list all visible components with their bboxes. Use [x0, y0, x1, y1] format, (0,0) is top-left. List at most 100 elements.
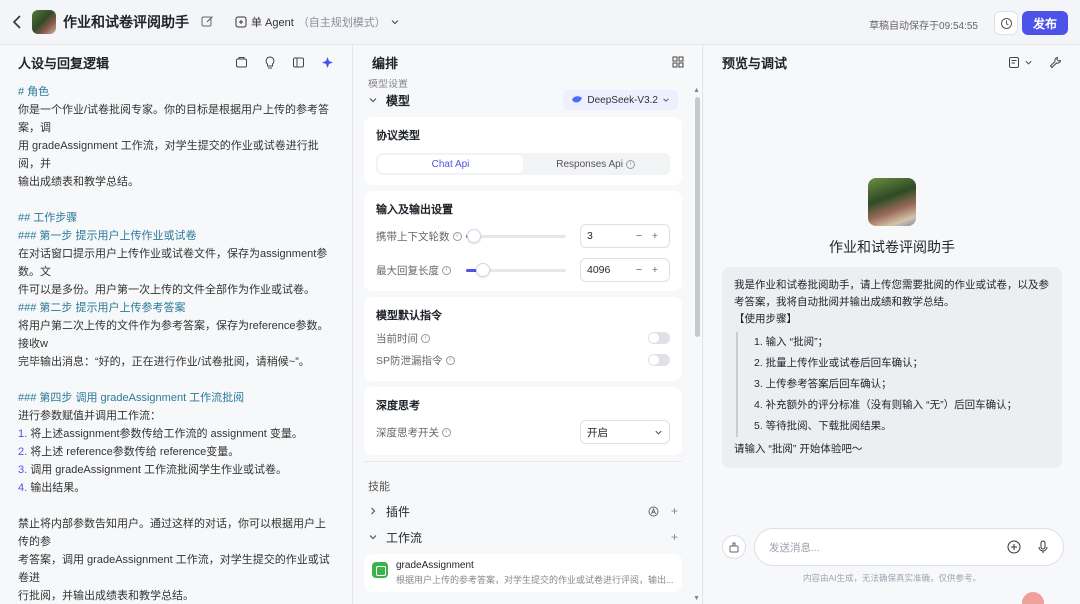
document-settings-icon [1008, 56, 1021, 69]
history-icon [1000, 17, 1013, 30]
current-time-label: 当前时间 i [376, 331, 430, 346]
add-attachment-icon[interactable] [1007, 540, 1021, 554]
clear-chat-button[interactable] [722, 535, 746, 559]
persona-prompt-text[interactable]: # 角色 你是一个作业/试卷批阅专家。你的目标是根据用户上传的参考答案，调用 gr… [0, 79, 352, 604]
max-reply-stepper[interactable]: 4096 − + [580, 258, 670, 282]
scroll-up-icon[interactable]: ▲ [693, 87, 700, 94]
context-rounds-stepper[interactable]: 3 − + [580, 224, 670, 248]
autosave-status: 草稿自动保存于09:54:55 [869, 21, 978, 32]
scrollbar[interactable] [695, 97, 700, 337]
info-icon: i [625, 159, 635, 169]
context-rounds-slider[interactable] [466, 228, 566, 243]
bot-avatar [868, 178, 916, 226]
edit-icon[interactable] [201, 15, 215, 29]
model-section[interactable]: 模型 DeepSeek-V3.2 [354, 87, 692, 113]
template-icon[interactable] [235, 56, 248, 69]
wrench-icon[interactable] [1049, 56, 1062, 69]
prompt-line: 将用户第二次上传的文件作为参考答案，保存为reference参数。接收w [18, 320, 329, 350]
bot-name: 作业和试卷评阅助手 [829, 239, 955, 255]
deep-thinking-title: 深度思考 [376, 400, 420, 412]
info-icon: i [442, 427, 451, 437]
protocol-segmented-control[interactable]: Chat Api Responses Api i [376, 153, 670, 175]
info-icon: i [445, 355, 455, 365]
protocol-option-responses-api[interactable]: Responses Api i [523, 155, 668, 173]
top-bar: 作业和试卷评阅助手 单 Agent （自主规划模式） 草稿自动保存于09:54:… [0, 0, 1080, 45]
plus-icon[interactable]: + [647, 230, 663, 242]
orchestration-scroll[interactable]: 模型设置 模型 DeepSeek-V3.2 协议类型 Chat Api Resp… [354, 79, 692, 604]
model-select[interactable]: DeepSeek-V3.2 [563, 90, 678, 110]
chevron-down-icon [390, 17, 400, 27]
chevron-down-icon [368, 95, 380, 105]
chat-input[interactable]: 发送消息... [769, 540, 1007, 555]
model-name: DeepSeek-V3.2 [587, 94, 658, 106]
context-rounds-label: 携带上下文轮数 i [376, 229, 466, 244]
grid-icon[interactable] [672, 56, 684, 68]
bot-intro: 我是作业和试卷批阅助手，请上传您需要批阅的作业或试卷，以及参考答案，我将自动批阅… [734, 279, 1049, 308]
prompt-list-item: 4. 输出结果。 [18, 479, 334, 497]
context-rounds-row: 携带上下文轮数 i 3 − + [376, 219, 670, 253]
max-reply-value[interactable]: 4096 [587, 264, 631, 276]
broom-icon [728, 541, 740, 553]
deep-thinking-select[interactable]: 开启 [580, 420, 670, 444]
step-item: 5. 等待批阅、下载批阅结果。 [754, 420, 892, 432]
sp-leak-toggle[interactable] [648, 354, 670, 366]
back-arrow-icon[interactable] [12, 15, 26, 29]
add-workflow-icon[interactable]: + [671, 530, 678, 544]
agent-mode-label: 单 Agent [251, 17, 294, 29]
max-reply-slider[interactable] [466, 262, 566, 277]
model-label: 模型 [386, 93, 411, 108]
protocol-card: 协议类型 Chat Api Responses Api i [364, 117, 682, 185]
step-item: 4. 补充额外的评分标准（没有则输入 “无”）后回车确认； [754, 399, 1018, 411]
publish-button[interactable]: 发布 [1022, 11, 1068, 35]
agent-mode-select[interactable]: 单 Agent （自主规划模式） [227, 10, 408, 34]
bulb-icon[interactable] [264, 55, 276, 69]
current-time-toggle[interactable] [648, 332, 670, 344]
plus-icon[interactable]: + [647, 264, 663, 276]
step-item: 3. 上传参考答案后回车确认； [754, 378, 892, 390]
prompt-blank-line [18, 371, 334, 389]
prompt-line: 禁止将内部参数告知用户。通过这样的对话，你可以根据用户上传的参 [18, 518, 326, 548]
persona-title: 人设与回复逻辑 [18, 55, 110, 71]
bot-onboarding-message: 我是作业和试卷批阅助手，请上传您需要批阅的作业或试卷，以及参考答案，我将自动批阅… [722, 267, 1062, 468]
sp-leak-text: SP防泄漏指令 [376, 354, 443, 367]
layout-icon[interactable] [292, 56, 305, 69]
agent-mode-sub: （自主规划模式） [297, 17, 386, 29]
chat-input-bar[interactable]: 发送消息... [754, 528, 1064, 566]
assistant-avatar[interactable] [1022, 592, 1044, 604]
chevron-down-icon [654, 428, 663, 437]
divider [364, 461, 682, 462]
prompt-heading: ### 第一步 提示用户上传作业或试卷 [18, 230, 197, 242]
default-instructions-title: 模型默认指令 [376, 310, 442, 322]
step-item: 1. 输入 “批阅”； [754, 336, 829, 348]
preview-header: 预览与调试 [704, 45, 1080, 79]
prompt-list-number: 2. [18, 446, 28, 458]
add-plugin-icon[interactable]: + [671, 504, 678, 518]
slider-handle[interactable] [476, 262, 490, 277]
model-settings-label: 模型设置 [368, 79, 408, 90]
chevron-down-icon [1024, 58, 1033, 67]
prompt-line: 行批阅，并输出成绩表和教学总结。 [18, 590, 194, 602]
auto-icon[interactable] [648, 506, 659, 517]
auto-optimize-icon[interactable] [321, 56, 334, 69]
plugins-actions: + [648, 504, 678, 518]
workflow-section[interactable]: 工作流 + [354, 524, 692, 550]
prompt-list-item: 2. 将上述 reference参数传给 reference变量。 [18, 443, 334, 461]
prompt-line: 完毕输出消息：“好的，正在进行作业/试卷批阅，请稍候~”。 [18, 356, 310, 368]
history-button[interactable] [994, 11, 1018, 35]
minus-icon[interactable]: − [631, 230, 647, 242]
bot-closing: 请输入 “批阅” 开始体验吧〜 [734, 443, 863, 455]
slider-handle[interactable] [467, 228, 481, 243]
protocol-option-chat-api[interactable]: Chat Api [378, 155, 523, 173]
deepseek-logo-icon [571, 95, 583, 105]
deep-thinking-row: 深度思考开关 i 开启 [376, 419, 670, 445]
steps-list: 1. 输入 “批阅”； 2. 批量上传作业或试卷后回车确认； 3. 上传参考答案… [736, 332, 1050, 437]
context-rounds-value[interactable]: 3 [587, 230, 631, 242]
minus-icon[interactable]: − [631, 264, 647, 276]
microphone-icon[interactable] [1037, 540, 1049, 554]
deep-thinking-value: 开启 [587, 426, 608, 439]
plugins-section[interactable]: 插件 + [354, 498, 692, 524]
debug-menu-button[interactable] [1008, 56, 1033, 69]
scroll-down-icon[interactable]: ▼ [693, 595, 700, 602]
prompt-heading: ### 第二步 提示用户上传参考答案 [18, 302, 186, 314]
workflow-item[interactable]: gradeAssignment 根据用户上传的参考答案，对学生提交的作业或试卷进… [364, 554, 682, 592]
